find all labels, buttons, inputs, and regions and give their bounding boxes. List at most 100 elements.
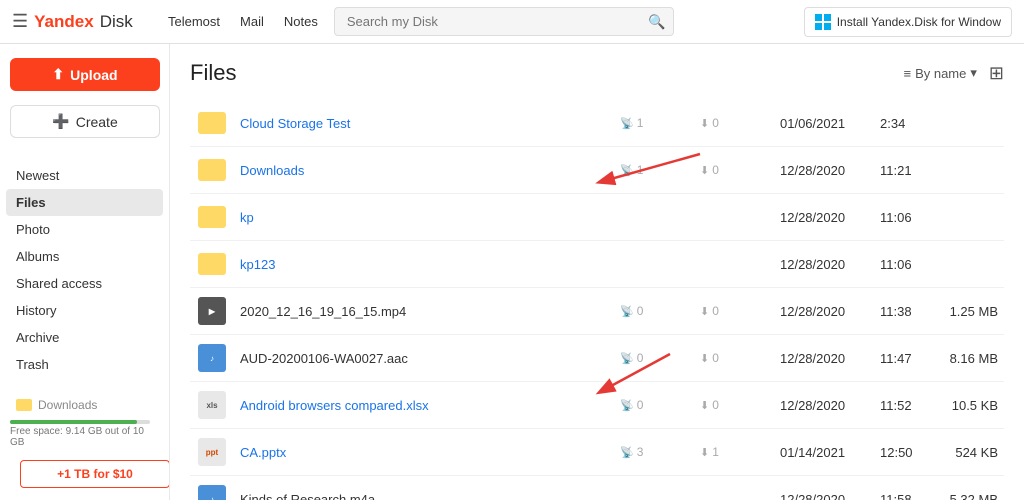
view-controls: ≡ By name ▾ ⊞: [903, 63, 1004, 84]
table-row[interactable]: kp 12/28/2020 11:06: [190, 194, 1004, 241]
sidebar-item-newest[interactable]: Newest: [0, 162, 169, 189]
windows-icon: [815, 14, 831, 30]
folder-icon: [196, 107, 228, 139]
sidebar-item-archive[interactable]: Archive: [0, 324, 169, 351]
dl-icon: ⬇: [700, 446, 709, 459]
sidebar-nav: Newest Files Photo Albums Shared access …: [0, 162, 169, 378]
sidebar-item-shared[interactable]: Shared access: [0, 270, 169, 297]
share-icon: 📡: [620, 164, 634, 177]
sidebar-item-files[interactable]: Files: [6, 189, 163, 216]
dl-icon: ⬇: [700, 117, 709, 130]
share-icon: 📡: [620, 117, 634, 130]
upgrade-button[interactable]: +1 TB for $10: [20, 460, 170, 488]
file-date: 12/28/2020: [774, 241, 874, 288]
file-size: 5.32 MB: [934, 476, 1004, 500]
file-name-link[interactable]: Downloads: [240, 163, 304, 178]
share-meta: 📡1: [620, 116, 688, 130]
share-meta: 📡0: [620, 304, 688, 318]
file-time: 2:34: [874, 100, 934, 147]
table-row[interactable]: ♪ AUD-20200106-WA0027.aac 📡0 ⬇0 12/28/20…: [190, 335, 1004, 382]
share-icon: 📡: [620, 446, 634, 459]
install-label: Install Yandex.Disk for Window: [837, 15, 1001, 29]
table-row[interactable]: Cloud Storage Test 📡1 ⬇0 01/06/2021 2:34: [190, 100, 1004, 147]
file-name-link[interactable]: kp: [240, 210, 254, 225]
file-name-text: Kinds of Research.m4a: [240, 492, 375, 500]
upload-button[interactable]: ⬆ Upload: [10, 58, 160, 91]
table-row[interactable]: xls Android browsers compared.xlsx 📡0 ⬇0…: [190, 382, 1004, 429]
file-date: 12/28/2020: [774, 476, 874, 500]
share-meta: 📡0: [620, 351, 688, 365]
install-button[interactable]: Install Yandex.Disk for Window: [804, 7, 1012, 37]
file-time: 11:52: [874, 382, 934, 429]
share-icon: 📡: [620, 399, 634, 412]
sort-lines-icon: ≡: [903, 66, 911, 81]
sort-button[interactable]: ≡ By name ▾: [903, 65, 976, 81]
file-date: 12/28/2020: [774, 288, 874, 335]
file-size: [934, 241, 1004, 288]
dl-icon: ⬇: [700, 352, 709, 365]
sidebar-item-albums[interactable]: Albums: [0, 243, 169, 270]
menu-icon[interactable]: ☰: [12, 11, 28, 32]
file-date: 12/28/2020: [774, 147, 874, 194]
storage-text: Free space: 9.14 GB out of 10 GB: [10, 426, 159, 448]
dl-meta: ⬇0: [700, 351, 768, 365]
file-size: [934, 100, 1004, 147]
file-size: 8.16 MB: [934, 335, 1004, 382]
share-meta: 📡0: [620, 398, 688, 412]
dl-meta: ⬇0: [700, 116, 768, 130]
sidebar-item-photo[interactable]: Photo: [0, 216, 169, 243]
pinned-downloads[interactable]: Downloads: [0, 394, 169, 416]
file-date: 01/14/2021: [774, 429, 874, 476]
file-size: 1.25 MB: [934, 288, 1004, 335]
file-date: 12/28/2020: [774, 382, 874, 429]
search-input[interactable]: [334, 7, 674, 36]
dl-meta: ⬇0: [700, 398, 768, 412]
folder-icon: [196, 248, 228, 280]
aac-file-icon: ♪: [196, 342, 228, 374]
sidebar-item-history[interactable]: History: [0, 297, 169, 324]
folder-icon: [196, 154, 228, 186]
file-time: 12:50: [874, 429, 934, 476]
table-row[interactable]: Downloads 📡1 ⬇0 12/28/2020 11:21: [190, 147, 1004, 194]
sidebar-item-trash[interactable]: Trash: [0, 351, 169, 378]
table-row[interactable]: ppt CA.pptx 📡3 ⬇1 01/14/2021 12:50 524 K…: [190, 429, 1004, 476]
file-time: 11:38: [874, 288, 934, 335]
logo-disk: Disk: [100, 12, 133, 32]
file-size: [934, 147, 1004, 194]
file-name-link[interactable]: kp123: [240, 257, 275, 272]
topbar: ☰ Yandex Disk Telemost Mail Notes 🔍 Inst…: [0, 0, 1024, 44]
table-row[interactable]: ♪ Kinds of Research.m4a 12/28/2020 11:58…: [190, 476, 1004, 500]
dl-meta: ⬇1: [700, 445, 768, 459]
nav-telemost[interactable]: Telemost: [168, 14, 220, 29]
file-name-text: 2020_12_16_19_16_15.mp4: [240, 304, 406, 319]
file-size: 10.5 KB: [934, 382, 1004, 429]
dl-icon: ⬇: [700, 164, 709, 177]
storage-bar-bg: [10, 420, 150, 424]
share-meta: 📡1: [620, 163, 688, 177]
m4a-file-icon: ♪: [196, 483, 228, 500]
file-name-link[interactable]: CA.pptx: [240, 445, 286, 460]
grid-view-button[interactable]: ⊞: [989, 63, 1004, 84]
file-size: 524 KB: [934, 429, 1004, 476]
dl-icon: ⬇: [700, 305, 709, 318]
dl-icon: ⬇: [700, 399, 709, 412]
nav-notes[interactable]: Notes: [284, 14, 318, 29]
logo-area: ☰ Yandex Disk: [12, 11, 152, 32]
file-date: 12/28/2020: [774, 194, 874, 241]
file-date: 01/06/2021: [774, 100, 874, 147]
logo-text: Yandex: [34, 12, 94, 32]
table-row[interactable]: kp123 12/28/2020 11:06: [190, 241, 1004, 288]
dl-meta: ⬇0: [700, 163, 768, 177]
file-name-link[interactable]: Cloud Storage Test: [240, 116, 350, 131]
file-time: 11:47: [874, 335, 934, 382]
create-button[interactable]: ➕ Create: [10, 105, 160, 138]
file-name-link[interactable]: Android browsers compared.xlsx: [240, 398, 429, 413]
file-time: 11:58: [874, 476, 934, 500]
nav-mail[interactable]: Mail: [240, 14, 264, 29]
upload-icon: ⬆: [52, 66, 64, 83]
table-row[interactable]: ▶ 2020_12_16_19_16_15.mp4 📡0 ⬇0 12/28/20…: [190, 288, 1004, 335]
pptx-file-icon: ppt: [196, 436, 228, 468]
search-icon[interactable]: 🔍: [648, 13, 665, 30]
pinned-folder-label: Downloads: [38, 398, 97, 412]
share-icon: 📡: [620, 352, 634, 365]
